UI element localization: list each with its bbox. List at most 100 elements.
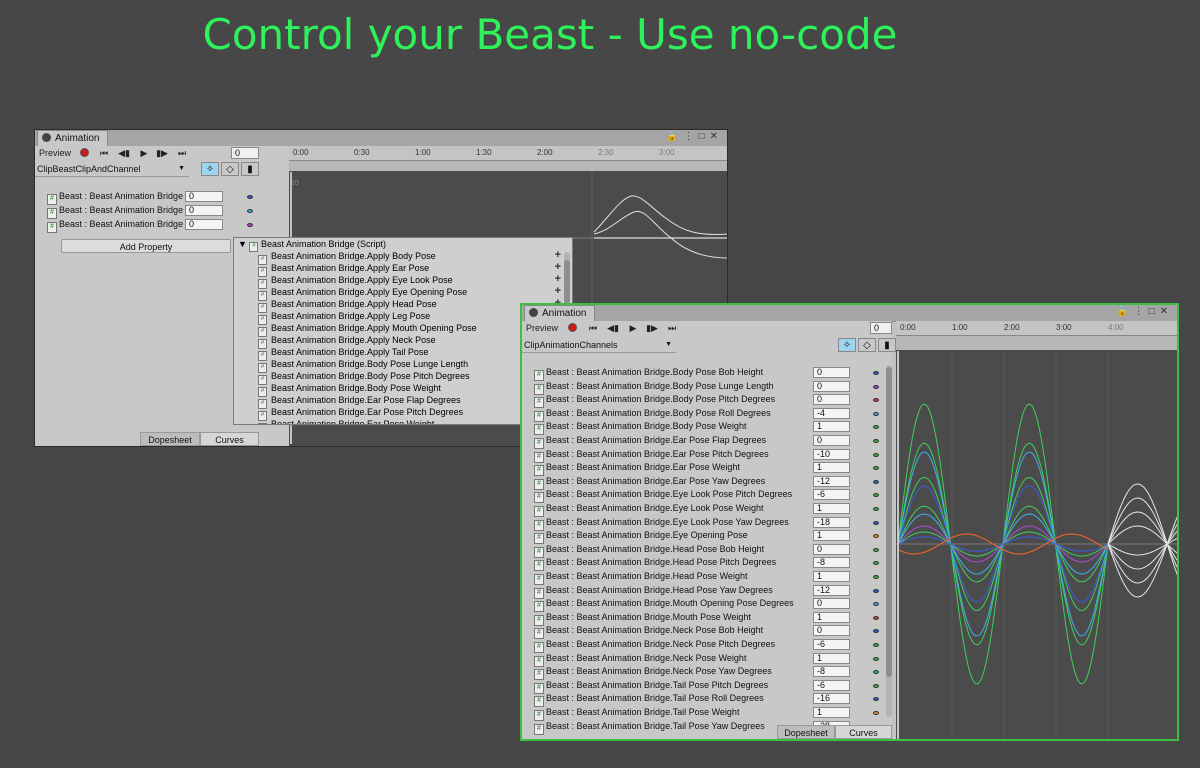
property-row[interactable]: # Beast : Beast Animation Bridge.Mouth Po… (534, 611, 818, 626)
popup-item[interactable]: # Beast Animation Bridge.Apply Neck Pose (258, 334, 436, 349)
curve-color-dot[interactable] (873, 452, 879, 457)
curve-color-dot[interactable] (873, 479, 879, 484)
close-icon[interactable]: ✕ (710, 131, 723, 142)
curve-color-dot[interactable] (247, 209, 253, 213)
property-scrollbar-thumb[interactable] (886, 367, 892, 677)
property-value-field[interactable]: 1 (813, 462, 850, 474)
curve-color-dot[interactable] (873, 439, 879, 443)
property-value-field[interactable]: 0 (813, 598, 850, 610)
menu-icon[interactable]: ⋮ (684, 131, 699, 142)
prev-key-icon[interactable]: ◀▮ (117, 146, 131, 160)
first-key-icon[interactable]: ⏮ (586, 321, 600, 335)
curve-color-dot[interactable] (873, 629, 879, 634)
property-row[interactable]: # Beast : Beast Animation Bridge.Ear Pose… (534, 461, 818, 477)
preview-button[interactable]: Preview (37, 146, 73, 160)
expand-arrow-icon[interactable]: ▼ (238, 239, 247, 249)
property-row[interactable]: # Beast : Beast Animation Bridge.Neck Pos… (534, 624, 818, 640)
popup-item[interactable]: # Beast Animation Bridge.Apply Ear Pose (258, 262, 429, 277)
curves-tab[interactable]: Curves (835, 725, 892, 739)
property-value-field[interactable]: 0 (185, 191, 223, 202)
window-controls[interactable]: 🔒⋮□✕ (1116, 306, 1173, 317)
popup-item[interactable]: # Beast Animation Bridge.Ear Pose Weight (258, 418, 434, 424)
property-value-field[interactable]: 0 (813, 625, 850, 637)
property-value-field[interactable]: 0 (813, 380, 850, 392)
property-row[interactable]: # Beast : Beast Animation Bridge (47, 218, 185, 233)
maximize-icon[interactable]: □ (699, 131, 710, 142)
add-keyframe-button[interactable]: ◇ (221, 162, 239, 176)
property-value-field[interactable]: -6 (813, 489, 850, 501)
curve-color-dot[interactable] (873, 520, 879, 525)
property-row[interactable]: # Beast : Beast Animation Bridge.Ear Pose… (534, 475, 818, 490)
last-key-icon[interactable]: ⏭ (175, 146, 189, 160)
popup-item[interactable]: # Beast Animation Bridge.Apply Leg Pose (258, 310, 430, 325)
window-controls[interactable]: 🔒⋮□✕ (666, 131, 723, 142)
property-scrollbar[interactable] (886, 365, 892, 717)
curve-color-dot[interactable] (873, 547, 879, 552)
curve-color-dot[interactable] (247, 223, 253, 227)
curve-color-dot[interactable] (873, 643, 879, 647)
preview-button[interactable]: Preview (524, 321, 560, 335)
property-value-field[interactable]: 1 (813, 421, 850, 433)
record-mode-button[interactable]: ✧ (838, 338, 856, 352)
property-row[interactable]: # Beast : Beast Animation Bridge.Eye Open… (534, 529, 818, 545)
maximize-icon[interactable]: □ (1149, 306, 1160, 317)
curves-tab[interactable]: Curves (200, 432, 259, 446)
property-value-field[interactable]: -16 (813, 693, 850, 705)
property-value-field[interactable]: -8 (813, 557, 850, 569)
animation-tab[interactable]: Animation (37, 130, 109, 147)
property-value-field[interactable]: 1 (813, 707, 850, 718)
property-row[interactable]: # Beast : Beast Animation Bridge.Mouth Op… (534, 597, 818, 613)
property-value-field[interactable]: 0 (813, 543, 850, 555)
add-event-button[interactable]: ▮ (241, 162, 259, 176)
add-icon[interactable]: + (555, 273, 561, 285)
menu-icon[interactable]: ⋮ (1134, 306, 1149, 317)
add-event-button[interactable]: ▮ (878, 338, 896, 352)
record-button[interactable] (80, 148, 89, 157)
property-row[interactable]: # Beast : Beast Animation Bridge.Tail Pos… (534, 679, 818, 694)
popup-item[interactable]: # Beast Animation Bridge.Body Pose Weight (258, 382, 441, 397)
curve-color-dot[interactable] (873, 575, 879, 579)
property-row[interactable]: # Beast : Beast Animation Bridge.Head Pos… (534, 584, 818, 599)
property-value-field[interactable]: 1 (813, 530, 850, 542)
property-row[interactable]: # Beast : Beast Animation Bridge.Ear Pose… (534, 434, 818, 449)
curve-color-dot[interactable] (873, 697, 879, 702)
popup-header[interactable]: ▼ # Beast Animation Bridge (Script) (234, 238, 572, 252)
looping-curve[interactable] (1107, 497, 1177, 569)
add-icon[interactable]: + (555, 249, 561, 261)
popup-item[interactable]: # Beast Animation Bridge.Apply Tail Pose (258, 346, 428, 361)
curve-color-dot[interactable] (873, 615, 879, 620)
record-mode-button[interactable]: ✧ (201, 162, 219, 176)
property-value-field[interactable]: -8 (813, 666, 850, 678)
property-row[interactable]: # Beast : Beast Animation Bridge.Body Pos… (534, 393, 818, 409)
play-icon[interactable]: ▶ (626, 321, 640, 335)
property-value-field[interactable]: -6 (813, 679, 850, 691)
popup-item[interactable]: # Beast Animation Bridge.Ear Pose Pitch D… (258, 406, 463, 421)
add-keyframe-button[interactable]: ◇ (858, 338, 876, 352)
property-row[interactable]: # Beast : Beast Animation Bridge.Neck Pos… (534, 638, 818, 653)
property-value-field[interactable]: -10 (813, 448, 850, 460)
property-value-field[interactable]: 1 (813, 652, 850, 664)
property-value-field[interactable]: 1 (813, 571, 850, 582)
add-icon[interactable]: + (555, 261, 561, 273)
dopesheet-tab[interactable]: Dopesheet (140, 432, 200, 446)
time-ruler[interactable]: 0:00 0:30 1:00 1:30 2:00 2:30 3:00 (289, 146, 727, 161)
dopesheet-tab[interactable]: Dopesheet (777, 725, 835, 739)
property-row[interactable]: # Beast : Beast Animation Bridge.Eye Look… (534, 488, 818, 504)
property-row[interactable]: # Beast : Beast Animation Bridge.Tail Pos… (534, 692, 818, 708)
next-key-icon[interactable]: ▮▶ (155, 146, 169, 160)
popup-item[interactable]: # Beast Animation Bridge.Apply Eye Openin… (258, 286, 467, 301)
property-value-field[interactable]: 0 (185, 219, 223, 230)
property-row[interactable]: # Beast : Beast Animation Bridge.Body Pos… (534, 420, 818, 436)
curve-color-dot[interactable] (873, 493, 879, 498)
curve-color-dot[interactable] (873, 398, 879, 403)
curve-color-dot[interactable] (247, 195, 253, 199)
curve-color-dot[interactable] (873, 561, 879, 566)
property-row[interactable]: # Beast : Beast Animation Bridge.Eye Look… (534, 516, 818, 531)
clip-selector[interactable]: ClipAnimationChannels ▼ (522, 338, 676, 353)
prev-key-icon[interactable]: ◀▮ (606, 321, 620, 335)
event-strip[interactable] (289, 161, 727, 171)
property-value-field[interactable]: -6 (813, 639, 850, 650)
property-value-field[interactable]: 0 (813, 435, 850, 446)
curve-editor[interactable] (896, 351, 1177, 739)
last-key-icon[interactable]: ⏭ (665, 321, 679, 335)
